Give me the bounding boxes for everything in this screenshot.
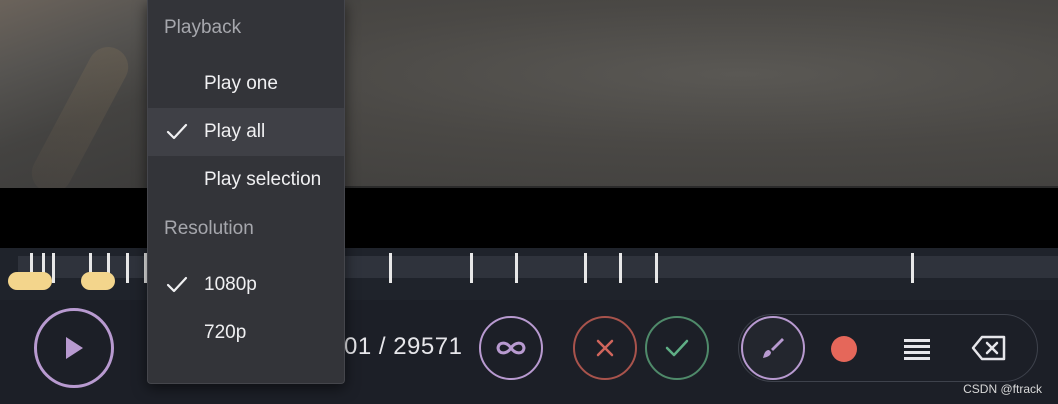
- backspace-icon: [971, 335, 1006, 361]
- timeline-marker[interactable]: [470, 253, 473, 283]
- infinity-icon: [496, 341, 526, 355]
- menu-item-label: 720p: [204, 322, 247, 343]
- check-icon: [166, 123, 188, 140]
- reject-button[interactable]: [573, 316, 637, 380]
- timeline-marker[interactable]: [389, 253, 392, 283]
- menu-item-play-one[interactable]: Play one: [148, 60, 344, 108]
- play-icon: [66, 337, 83, 359]
- check-icon: [665, 339, 689, 357]
- menu-section-header: Resolution: [164, 218, 254, 239]
- timeline-marker[interactable]: [126, 253, 129, 283]
- loop-button[interactable]: [479, 316, 543, 380]
- play-button[interactable]: [34, 308, 114, 388]
- timeline-marker[interactable]: [655, 253, 658, 283]
- timeline-marker[interactable]: [911, 253, 914, 283]
- list-button[interactable]: [901, 336, 933, 362]
- menu-item-1080p[interactable]: 1080p: [148, 261, 344, 309]
- menu-item-label: Play one: [204, 73, 278, 94]
- timeline-marker[interactable]: [52, 253, 55, 283]
- timeline-marker[interactable]: [515, 253, 518, 283]
- menu-item-label: Play selection: [204, 169, 322, 190]
- watermark: CSDN @ftrack: [963, 382, 1042, 396]
- timeline-marker[interactable]: [619, 253, 622, 283]
- frame-counter: 01 / 29571: [344, 333, 463, 360]
- record-button[interactable]: [829, 334, 859, 364]
- menu-section-header: Playback: [164, 17, 242, 38]
- timeline-marker[interactable]: [584, 253, 587, 283]
- brush-icon: [763, 338, 784, 358]
- menu-item-label: 1080p: [204, 274, 257, 295]
- timeline-range-handle[interactable]: [81, 272, 115, 290]
- menu-item-play-all[interactable]: Play all: [148, 108, 344, 156]
- menu-item-label: Play all: [204, 121, 266, 142]
- brush-button[interactable]: [741, 316, 805, 380]
- delete-button[interactable]: [970, 334, 1008, 362]
- timeline-range-handle[interactable]: [8, 272, 52, 290]
- record-dot-icon: [831, 336, 857, 362]
- menu-item-720p[interactable]: 720p: [148, 309, 344, 357]
- list-icon: [904, 339, 930, 360]
- playback-menu: Playback Play one Play all Play selectio…: [147, 0, 345, 384]
- menu-item-play-selection[interactable]: Play selection: [148, 156, 344, 204]
- close-icon: [596, 339, 614, 357]
- check-icon: [166, 276, 188, 293]
- accept-button[interactable]: [645, 316, 709, 380]
